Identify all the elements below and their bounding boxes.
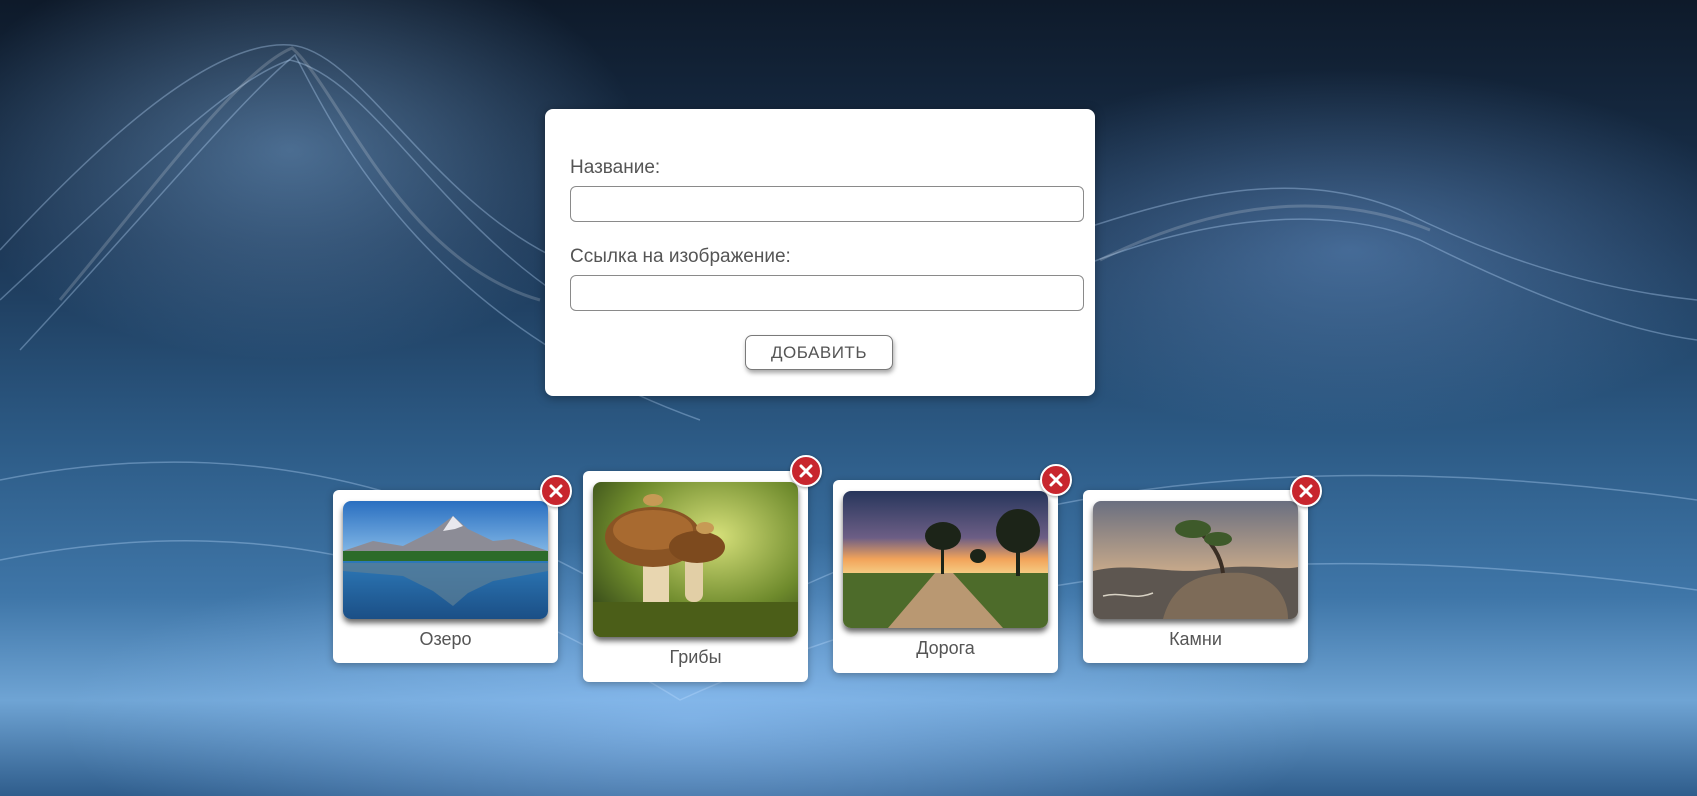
close-icon	[1049, 473, 1063, 487]
image-card: Озеро	[333, 490, 558, 663]
card-caption: Камни	[1169, 629, 1222, 649]
country-road-sunset-photo	[843, 491, 1048, 628]
card-caption: Дорога	[916, 638, 975, 658]
delete-card-button[interactable]	[1040, 464, 1072, 496]
image-link-label: Ссылка на изображение:	[570, 246, 791, 267]
image-card: Камни	[1083, 490, 1308, 663]
image-link-input[interactable]	[570, 275, 1084, 311]
delete-card-button[interactable]	[1290, 475, 1322, 507]
card-image	[1093, 501, 1298, 619]
card-image	[843, 491, 1048, 628]
delete-card-button[interactable]	[540, 475, 572, 507]
card-image	[343, 501, 548, 619]
name-label: Название:	[570, 157, 661, 178]
card-caption: Грибы	[669, 647, 722, 667]
close-icon	[549, 484, 563, 498]
mushrooms-photo	[593, 482, 798, 637]
close-icon	[799, 464, 813, 478]
card-caption: Озеро	[419, 629, 472, 649]
add-button[interactable]: ДОБАВИТЬ	[745, 335, 893, 370]
image-card: Грибы	[583, 471, 808, 682]
tree-on-rocks-photo	[1093, 501, 1298, 619]
name-input[interactable]	[570, 186, 1084, 222]
add-card-form: Название: Ссылка на изображение: ДОБАВИТ…	[545, 109, 1095, 396]
close-icon	[1299, 484, 1313, 498]
lake-mountains-photo	[343, 501, 548, 619]
delete-card-button[interactable]	[790, 455, 822, 487]
image-card: Дорога	[833, 480, 1058, 673]
card-image	[593, 482, 798, 637]
